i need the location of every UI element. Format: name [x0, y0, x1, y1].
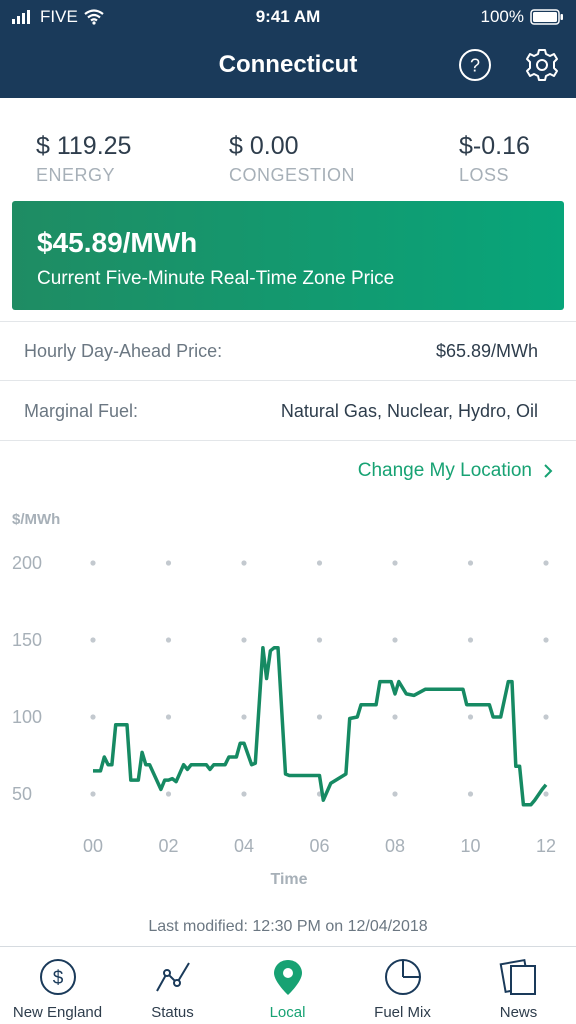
grid-dot — [392, 791, 398, 797]
y-ticks: 50 100 150 200 — [12, 553, 42, 804]
grid-dot — [241, 637, 247, 643]
last-modified: Last modified: 12:30 PM on 12/04/2018 — [148, 918, 428, 935]
grid-dots — [90, 560, 549, 797]
tab-fuel-mix[interactable]: Fuel Mix — [345, 947, 460, 1024]
grid-dot — [90, 637, 96, 643]
grid-dot — [392, 714, 398, 720]
realtime-price-caption: Current Five-Minute Real-Time Zone Price — [37, 268, 395, 289]
grid-dot — [467, 714, 474, 720]
x-axis-label: Time — [270, 871, 307, 888]
grid-dot — [241, 560, 247, 566]
grid-dot — [241, 714, 247, 720]
pie-chart-icon — [384, 959, 421, 995]
marginal-fuel-row: Marginal Fuel: Natural Gas, Nuclear, Hyd… — [0, 381, 576, 441]
loss-label: LOSS — [459, 165, 510, 185]
nav-bar: Connecticut ? — [0, 34, 576, 98]
tab-label: New England — [12, 1004, 103, 1021]
y-tick-label: 100 — [12, 707, 42, 727]
tab-status[interactable]: Status — [115, 947, 230, 1024]
grid-dot — [90, 791, 96, 797]
svg-text:?: ? — [470, 56, 480, 76]
grid-dot — [165, 637, 172, 643]
x-tick-label: 08 — [385, 836, 405, 856]
x-tick-label: 02 — [158, 836, 178, 856]
y-tick-label: 50 — [12, 784, 32, 804]
location-pin-icon — [273, 960, 302, 995]
x-tick-label: 06 — [309, 836, 329, 856]
x-ticks: 00 02 04 06 08 10 12 — [83, 836, 556, 856]
grid-dot — [467, 637, 474, 643]
grid-dot — [467, 560, 474, 566]
x-tick-label: 10 — [460, 836, 480, 856]
day-ahead-row: Hourly Day-Ahead Price: $65.89/MWh — [0, 321, 576, 381]
tab-label: Local — [269, 1004, 306, 1021]
grid-dot — [392, 560, 398, 566]
svg-text:$: $ — [52, 968, 63, 989]
congestion-label: CONGESTION — [229, 165, 356, 185]
tab-label: Status — [151, 1004, 194, 1021]
dollar-circle-icon: $ — [39, 959, 76, 995]
grid-dot — [90, 714, 96, 720]
gear-icon[interactable] — [524, 47, 560, 83]
grid-dot — [543, 560, 549, 566]
energy-label: ENERGY — [36, 165, 116, 185]
grid-dot — [316, 637, 323, 643]
congestion-stat: $ 0.00 CONGESTION — [229, 132, 355, 186]
battery-percent: 100% — [480, 7, 524, 26]
tab-new-england[interactable]: $ New England — [0, 947, 115, 1024]
change-location-link[interactable]: Change My Location — [358, 460, 554, 482]
day-ahead-label: Hourly Day-Ahead Price: — [24, 341, 223, 361]
energy-value: $ 119.25 — [36, 132, 132, 160]
question-circle-icon[interactable]: ? — [458, 48, 492, 82]
realtime-price: $45.89/MWh — [37, 227, 198, 258]
tab-bar: $ New England Status Local Fuel Mix News — [0, 946, 576, 1024]
change-location-label: Change My Location — [357, 460, 532, 481]
realtime-price-card: $45.89/MWh Current Five-Minute Real-Time… — [12, 201, 564, 310]
status-right: 100% — [481, 7, 564, 27]
grid-dot — [392, 637, 398, 643]
tab-news[interactable]: News — [461, 947, 576, 1024]
marginal-fuel-value: Natural Gas, Nuclear, Hydro, Oil — [280, 401, 538, 421]
grid-dot — [165, 791, 172, 797]
x-tick-label: 04 — [234, 836, 254, 856]
chevron-right-icon — [544, 464, 553, 478]
x-tick-label: 12 — [536, 836, 556, 856]
grid-dot — [316, 560, 323, 566]
grid-dot — [543, 791, 549, 797]
status-bar: FIVE 9:41 AM 100% — [0, 0, 576, 34]
marginal-fuel-label: Marginal Fuel: — [24, 401, 139, 421]
price-series-line — [93, 645, 548, 807]
y-tick-label: 200 — [12, 553, 42, 573]
day-ahead-value: $65.89/MWh — [435, 341, 538, 361]
grid-dot — [165, 560, 172, 566]
grid-dot — [241, 791, 247, 797]
trend-line-icon — [155, 962, 190, 992]
y-axis-label: $/MWh — [12, 511, 60, 528]
grid-dot — [316, 714, 323, 720]
grid-dot — [543, 714, 549, 720]
y-tick-label: 150 — [12, 630, 42, 650]
price-components: $ 119.25 ENERGY $ 0.00 CONGESTION $-0.16… — [0, 98, 576, 198]
divider — [0, 321, 576, 322]
tab-label: Fuel Mix — [374, 1004, 431, 1021]
tab-label: News — [499, 1004, 538, 1021]
grid-dot — [467, 791, 474, 797]
grid-dot — [543, 637, 549, 643]
grid-dot — [90, 560, 96, 566]
news-pages-icon — [499, 958, 536, 995]
tab-local[interactable]: Local — [230, 947, 345, 1024]
price-chart: $/MWh Time 50 100 150 200 00 02 04 06 08 10 12 — [12, 511, 556, 888]
loss-value: $-0.16 — [459, 132, 530, 160]
congestion-value: $ 0.00 — [229, 132, 299, 160]
loss-stat: $-0.16 LOSS — [459, 132, 530, 186]
battery-icon — [530, 9, 563, 25]
grid-dot — [165, 714, 172, 720]
energy-stat: $ 119.25 ENERGY — [36, 132, 131, 186]
x-tick-label: 00 — [83, 836, 103, 856]
